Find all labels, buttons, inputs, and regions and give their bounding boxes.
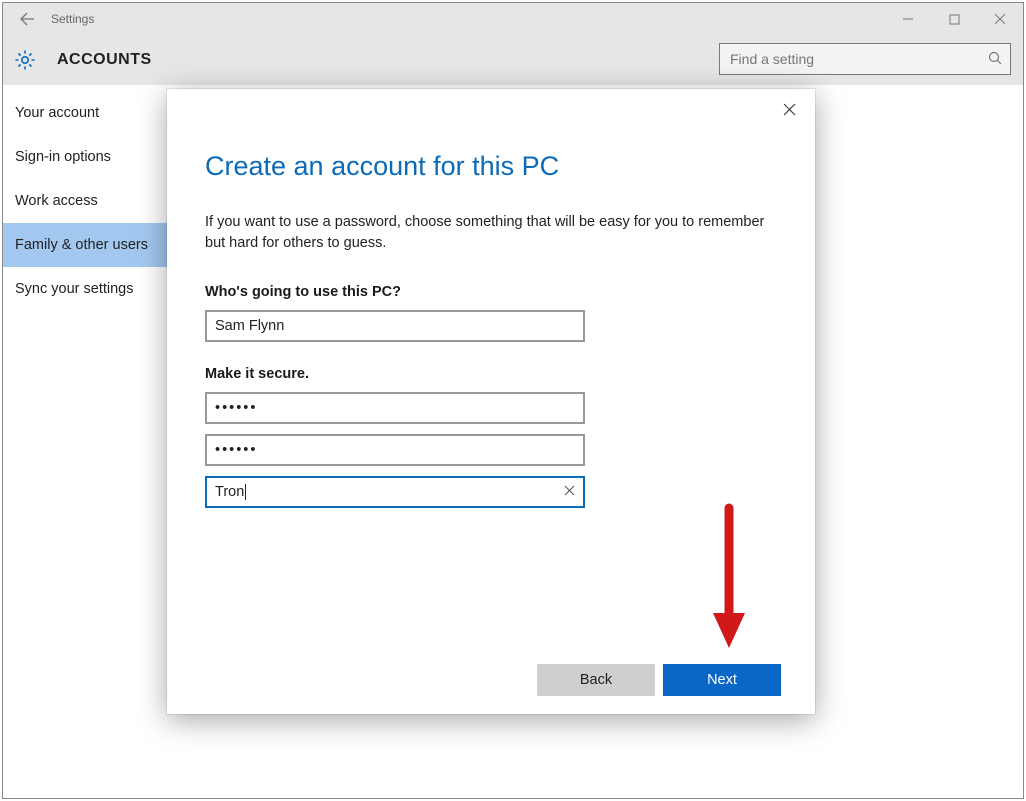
secure-label: Make it secure.	[205, 366, 777, 382]
search-input-wrapper[interactable]	[719, 43, 1011, 75]
password-input[interactable]: ••••••	[205, 392, 585, 424]
back-button[interactable]	[3, 3, 51, 35]
search-icon	[988, 51, 1002, 68]
clear-input-icon[interactable]	[564, 484, 575, 500]
sidebar-item-label: Sign-in options	[15, 149, 111, 165]
password-confirm-input[interactable]: ••••••	[205, 434, 585, 466]
password-confirm-value: ••••••	[215, 442, 257, 458]
window-titlebar: Settings	[3, 3, 1023, 35]
settings-header: ACCOUNTS	[3, 35, 1023, 85]
sidebar-item-label: Your account	[15, 105, 99, 121]
text-caret	[245, 484, 246, 500]
gear-icon	[11, 46, 39, 74]
create-account-dialog: Create an account for this PC If you wan…	[167, 89, 815, 714]
page-title: ACCOUNTS	[57, 51, 152, 69]
sidebar-item-label: Sync your settings	[15, 281, 133, 297]
next-button[interactable]: Next	[663, 664, 781, 696]
username-label: Who's going to use this PC?	[205, 284, 777, 300]
minimize-button[interactable]	[885, 3, 931, 35]
password-value: ••••••	[215, 400, 257, 416]
password-hint-input[interactable]: Tron	[205, 476, 585, 508]
close-dialog-button[interactable]	[775, 95, 803, 123]
password-hint-value: Tron	[215, 484, 244, 500]
back-button-dialog[interactable]: Back	[537, 664, 655, 696]
search-input[interactable]	[728, 50, 988, 68]
username-input[interactable]: Sam Flynn	[205, 310, 585, 342]
sidebar-item-label: Work access	[15, 193, 98, 209]
sidebar-item-label: Family & other users	[15, 237, 148, 253]
dialog-title: Create an account for this PC	[205, 151, 777, 182]
close-window-button[interactable]	[977, 3, 1023, 35]
maximize-button[interactable]	[931, 3, 977, 35]
window-title: Settings	[51, 12, 94, 26]
dialog-description: If you want to use a password, choose so…	[205, 212, 765, 254]
username-value: Sam Flynn	[215, 318, 284, 334]
